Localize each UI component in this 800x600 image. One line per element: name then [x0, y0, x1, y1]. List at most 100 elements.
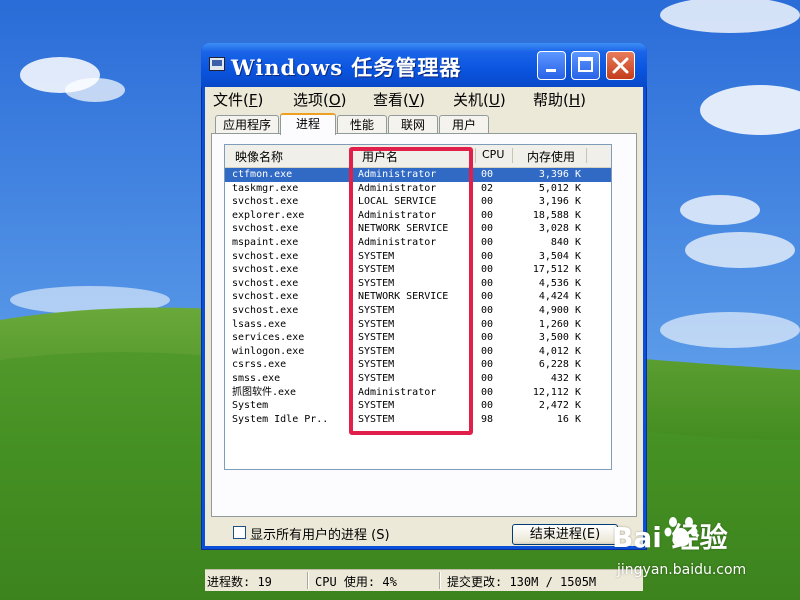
process-user-name: SYSTEM — [358, 373, 395, 384]
title-bar[interactable]: Windows 任务管理器 — [201, 43, 647, 87]
process-cpu: 00 — [481, 332, 494, 344]
process-row[interactable]: services.exe SYSTEM 00 3,500 K — [225, 331, 611, 345]
process-row[interactable]: svchost.exe SYSTEM 00 3,504 K — [225, 250, 611, 264]
close-button[interactable] — [606, 51, 635, 80]
menu-help[interactable]: 帮助(H) — [533, 89, 586, 110]
maximize-button[interactable] — [571, 51, 600, 80]
menu-options[interactable]: 选项(O) — [293, 89, 347, 110]
process-row[interactable]: svchost.exe SYSTEM 00 17,512 K — [225, 263, 611, 277]
process-image-name: explorer.exe — [232, 209, 305, 221]
close-icon — [612, 57, 629, 74]
process-cpu: 00 — [481, 277, 494, 289]
status-process-count: 进程数: 19 — [207, 575, 272, 589]
process-image-name: ctfmon.exe — [232, 169, 293, 180]
process-row[interactable]: svchost.exe NETWORK SERVICE 00 4,424 K — [225, 290, 611, 304]
process-cpu: 00 — [481, 305, 494, 316]
tab-processes[interactable]: 进程 — [280, 113, 336, 135]
minimize-button[interactable] — [537, 51, 566, 80]
column-cpu[interactable]: CPU — [482, 148, 504, 161]
process-memory: 432 K — [550, 373, 581, 384]
process-user-name: Administrator — [358, 209, 437, 221]
process-row[interactable]: ctfmon.exe Administrator 00 3,396 K — [225, 168, 611, 182]
menu-view[interactable]: 查看(V) — [373, 89, 425, 110]
process-image-name: System — [232, 400, 269, 412]
process-cpu: 00 — [481, 169, 494, 180]
tab-networking[interactable]: 联网 — [388, 115, 438, 133]
process-user-name: NETWORK SERVICE — [358, 291, 449, 303]
process-memory: 12,112 K — [532, 386, 581, 398]
status-cpu-usage: CPU 使用: 4% — [315, 575, 397, 589]
column-image-name[interactable]: 映像名称 — [235, 148, 283, 165]
process-row[interactable]: smss.exe SYSTEM 00 432 K — [225, 372, 611, 386]
process-cpu: 00 — [481, 386, 494, 398]
process-row[interactable]: 抓图软件.exe Administrator 00 12,112 K — [225, 386, 611, 400]
process-memory: 3,504 K — [538, 250, 581, 262]
tab-users[interactable]: 用户 — [439, 115, 489, 133]
column-separator[interactable] — [475, 148, 476, 163]
status-bar: 进程数: 19 CPU 使用: 4% 提交更改: 130M / 1505M — [205, 569, 643, 591]
process-cpu: 00 — [481, 237, 494, 248]
tab-performance[interactable]: 性能 — [337, 115, 387, 133]
process-row[interactable]: System SYSTEM 00 2,472 K — [225, 399, 611, 413]
show-all-users-label: 显示所有用户的进程 (S) — [250, 528, 390, 543]
process-row[interactable]: svchost.exe SYSTEM 00 4,536 K — [225, 277, 611, 291]
menu-shutdown[interactable]: 关机(U) — [453, 89, 506, 110]
watermark-url: jingyan.baidu.com — [617, 562, 747, 578]
process-memory: 17,512 K — [532, 264, 581, 276]
process-row[interactable]: mspaint.exe Administrator 00 840 K — [225, 236, 611, 250]
show-all-users-checkbox[interactable] — [233, 526, 246, 539]
process-row[interactable]: System Idle Pr.. SYSTEM 98 16 K — [225, 413, 611, 427]
process-image-name: services.exe — [232, 332, 305, 344]
column-user-name[interactable]: 用户名 — [362, 148, 398, 165]
process-image-name: csrss.exe — [232, 359, 287, 371]
list-header: 映像名称 用户名 CPU 内存使用 — [225, 145, 611, 168]
column-separator[interactable] — [349, 148, 350, 163]
end-process-button[interactable]: 结束进程(E) — [512, 524, 618, 545]
column-separator[interactable] — [586, 148, 587, 163]
status-divider — [307, 572, 308, 589]
process-user-name: SYSTEM — [358, 250, 395, 262]
process-row[interactable]: csrss.exe SYSTEM 00 6,228 K — [225, 358, 611, 372]
process-user-name: SYSTEM — [358, 277, 395, 289]
process-image-name: svchost.exe — [232, 305, 299, 316]
column-separator[interactable] — [512, 148, 513, 163]
process-row[interactable]: svchost.exe LOCAL SERVICE 00 3,196 K — [225, 195, 611, 209]
menu-file[interactable]: 文件(F) — [213, 89, 263, 110]
process-cpu: 00 — [481, 400, 494, 412]
process-memory: 840 K — [550, 237, 581, 248]
process-cpu: 00 — [481, 373, 494, 384]
process-user-name: SYSTEM — [358, 345, 395, 357]
process-row[interactable]: winlogon.exe SYSTEM 00 4,012 K — [225, 345, 611, 359]
process-image-name: svchost.exe — [232, 223, 299, 235]
process-image-name: svchost.exe — [232, 250, 299, 262]
process-row[interactable]: lsass.exe SYSTEM 00 1,260 K — [225, 318, 611, 332]
process-cpu: 00 — [481, 345, 494, 357]
process-cpu: 00 — [481, 223, 494, 235]
status-divider — [439, 572, 440, 589]
process-list[interactable]: 映像名称 用户名 CPU 内存使用 ctfmon.exe Administrato… — [224, 144, 612, 470]
process-image-name: svchost.exe — [232, 264, 299, 276]
process-user-name: SYSTEM — [358, 400, 395, 412]
process-cpu: 00 — [481, 209, 494, 221]
process-cpu: 00 — [481, 196, 494, 208]
process-user-name: LOCAL SERVICE — [358, 196, 437, 208]
process-memory: 4,012 K — [538, 345, 581, 357]
process-user-name: Administrator — [358, 386, 437, 398]
process-cpu: 00 — [481, 359, 494, 371]
process-cpu: 00 — [481, 264, 494, 276]
task-manager-window: Windows 任务管理器 文件(F) 选项(O) 查看(V) 关机(U) 帮助… — [201, 43, 647, 591]
process-image-name: mspaint.exe — [232, 237, 299, 248]
process-image-name: taskmgr.exe — [232, 182, 299, 194]
process-row[interactable]: explorer.exe Administrator 00 18,588 K — [225, 209, 611, 223]
process-row[interactable]: taskmgr.exe Administrator 02 5,012 K — [225, 182, 611, 196]
column-memory[interactable]: 内存使用 — [527, 148, 575, 165]
process-cpu: 00 — [481, 318, 494, 330]
process-memory: 16 K — [556, 413, 581, 425]
process-image-name: svchost.exe — [232, 196, 299, 208]
process-row[interactable]: svchost.exe SYSTEM 00 4,900 K — [225, 304, 611, 318]
process-memory: 6,228 K — [538, 359, 581, 371]
menu-bar: 文件(F) 选项(O) 查看(V) 关机(U) 帮助(H) — [205, 87, 643, 111]
process-user-name: SYSTEM — [358, 359, 395, 371]
tab-applications[interactable]: 应用程序 — [215, 115, 279, 133]
process-row[interactable]: svchost.exe NETWORK SERVICE 00 3,028 K — [225, 222, 611, 236]
